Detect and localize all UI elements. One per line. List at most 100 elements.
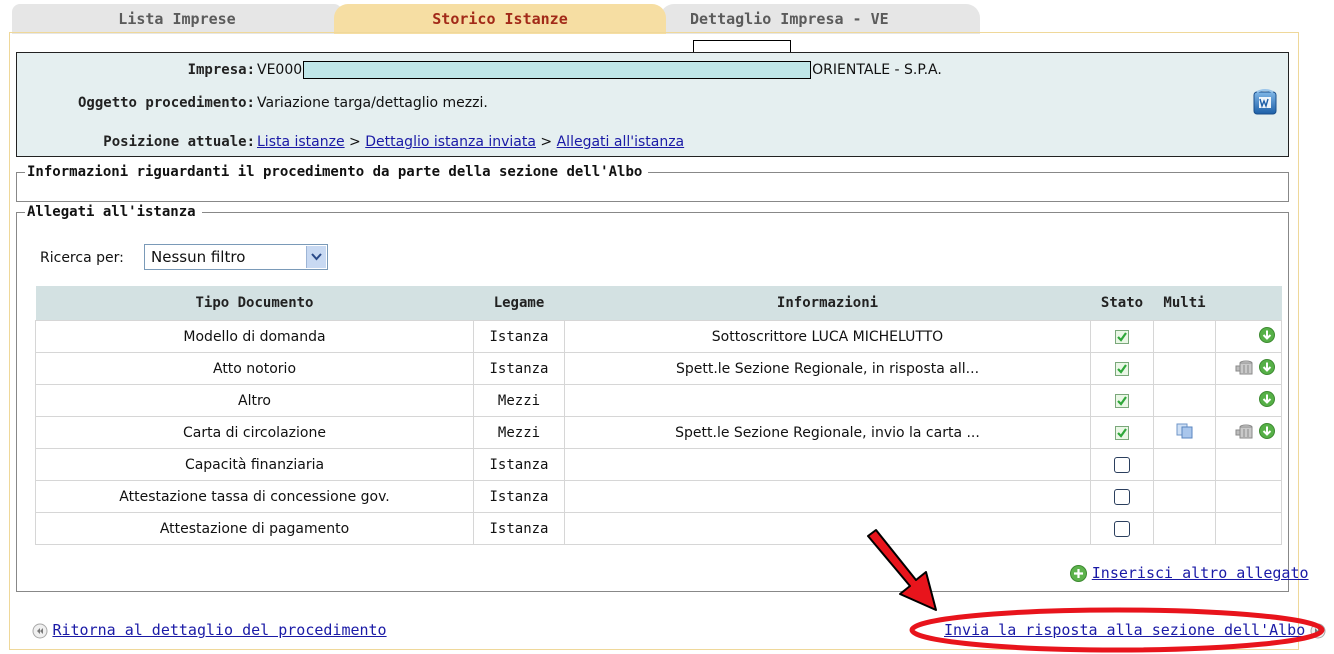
posizione-row: Posizione attuale: Lista istanze > Detta… bbox=[17, 130, 1288, 154]
cell-legame: Istanza bbox=[473, 448, 565, 481]
cell-stato bbox=[1090, 512, 1154, 545]
table-row: Attestazione tassa di concessione gov. I… bbox=[35, 480, 1282, 513]
column-header-multi: Multi bbox=[1153, 286, 1216, 321]
trash-icon[interactable] bbox=[1235, 359, 1255, 379]
cell-multi bbox=[1153, 512, 1216, 545]
cell-actions bbox=[1215, 320, 1282, 353]
column-header-informazioni: Informazioni bbox=[564, 286, 1091, 321]
filter-selected-value: Nessun filtro bbox=[151, 248, 246, 266]
add-attachment-label[interactable]: Inserisci altro allegato bbox=[1092, 564, 1309, 582]
cell-legame: Mezzi bbox=[473, 416, 565, 449]
cell-multi bbox=[1153, 320, 1216, 353]
add-icon bbox=[1070, 564, 1087, 583]
table-row: Attestazione di pagamento Istanza bbox=[35, 512, 1282, 545]
cell-informazioni bbox=[564, 480, 1091, 513]
cell-tipo: Modello di domanda bbox=[35, 320, 474, 353]
filter-label: Ricerca per: bbox=[40, 250, 124, 266]
posizione-label: Posizione attuale: bbox=[103, 134, 255, 150]
breadcrumb-dettaglio-istanza[interactable]: Dettaglio istanza inviata bbox=[365, 134, 536, 150]
cell-tipo: Altro bbox=[35, 384, 474, 417]
cell-actions bbox=[1215, 416, 1282, 449]
cell-legame: Istanza bbox=[473, 320, 565, 353]
cell-legame: Istanza bbox=[473, 480, 565, 513]
cell-stato bbox=[1090, 480, 1154, 513]
table-row: Carta di circolazione Mezzi Spett.le Sez… bbox=[35, 416, 1282, 449]
download-icon[interactable] bbox=[1259, 326, 1275, 347]
breadcrumb-allegati[interactable]: Allegati all'istanza bbox=[557, 134, 685, 150]
word-export-icon[interactable] bbox=[1253, 89, 1277, 115]
redaction-box bbox=[303, 61, 812, 79]
cell-multi bbox=[1153, 480, 1216, 513]
cell-stato bbox=[1090, 448, 1154, 481]
column-header-actions bbox=[1215, 286, 1282, 321]
back-label[interactable]: Ritorna al dettaglio del procedimento bbox=[52, 621, 386, 639]
send-response-link[interactable]: Invia la risposta alla sezione dell'Albo bbox=[944, 621, 1326, 640]
attachments-table: Tipo Documento Legame Informazioni Stato… bbox=[35, 286, 1282, 545]
cell-multi bbox=[1153, 416, 1216, 449]
cell-actions bbox=[1215, 384, 1282, 417]
cell-legame: Istanza bbox=[473, 352, 565, 385]
unchecked-icon bbox=[1114, 456, 1130, 473]
unchecked-icon bbox=[1114, 488, 1130, 505]
fast-forward-icon bbox=[1310, 623, 1326, 640]
cell-informazioni: Spett.le Sezione Regionale, in risposta … bbox=[564, 352, 1091, 385]
cell-tipo: Atto notorio bbox=[35, 352, 474, 385]
checked-icon bbox=[1115, 425, 1129, 440]
cell-actions bbox=[1215, 480, 1282, 513]
download-icon[interactable] bbox=[1259, 358, 1275, 379]
table-row: Modello di domanda Istanza Sottoscrittor… bbox=[35, 320, 1282, 353]
oggetto-label: Oggetto procedimento: bbox=[77, 95, 255, 111]
back-to-procedure-link[interactable]: Ritorna al dettaglio del procedimento bbox=[32, 621, 387, 640]
impresa-value: VE000 ORIENTALE - S.P.A. bbox=[257, 58, 942, 82]
breadcrumb-separator: > bbox=[344, 134, 366, 150]
cell-informazioni bbox=[564, 512, 1091, 545]
oggetto-value: Variazione targa/dettaglio mezzi. bbox=[257, 95, 488, 111]
tab-label: Lista Imprese bbox=[118, 10, 236, 28]
tab-label: Storico Istanze bbox=[432, 10, 568, 28]
send-label[interactable]: Invia la risposta alla sezione dell'Albo bbox=[944, 621, 1305, 639]
add-attachment-link[interactable]: Inserisci altro allegato bbox=[1070, 564, 1309, 583]
column-header-legame: Legame bbox=[473, 286, 565, 321]
tab-storico-istanze[interactable]: Storico Istanze bbox=[334, 4, 666, 34]
filter-select[interactable]: Nessun filtro bbox=[144, 244, 328, 270]
cell-informazioni: Spett.le Sezione Regionale, invio la car… bbox=[564, 416, 1091, 449]
cell-stato bbox=[1090, 352, 1154, 385]
breadcrumb: Lista istanze > Dettaglio istanza inviat… bbox=[257, 130, 684, 154]
cell-informazioni bbox=[564, 448, 1091, 481]
cell-informazioni bbox=[564, 384, 1091, 417]
cell-stato bbox=[1090, 384, 1154, 417]
impresa-name: ORIENTALE - S.P.A. bbox=[812, 62, 942, 78]
column-header-stato: Stato bbox=[1090, 286, 1154, 321]
allegati-legend: Allegati all'istanza bbox=[25, 203, 202, 221]
checked-icon bbox=[1115, 329, 1129, 344]
cell-multi bbox=[1153, 448, 1216, 481]
informazioni-fieldset: Informazioni riguardanti il procedimento… bbox=[16, 163, 1289, 202]
table-row: Altro Mezzi bbox=[35, 384, 1282, 417]
unchecked-icon bbox=[1114, 520, 1130, 537]
impresa-row: Impresa: VE000 ORIENTALE - S.P.A. bbox=[17, 58, 1288, 82]
cell-legame: Istanza bbox=[473, 512, 565, 545]
copy-icon[interactable] bbox=[1176, 423, 1194, 443]
rewind-icon bbox=[32, 623, 48, 640]
tab-dettaglio-impresa[interactable]: Dettaglio Impresa - VE bbox=[660, 4, 980, 62]
cell-stato bbox=[1090, 416, 1154, 449]
impresa-code: VE000 bbox=[257, 62, 303, 78]
download-icon[interactable] bbox=[1259, 390, 1275, 411]
download-icon[interactable] bbox=[1259, 422, 1275, 443]
cell-multi bbox=[1153, 352, 1216, 385]
oggetto-row: Oggetto procedimento: Variazione targa/d… bbox=[17, 91, 1288, 115]
table-header-row: Tipo Documento Legame Informazioni Stato… bbox=[35, 286, 1282, 321]
tab-lista-imprese[interactable]: Lista Imprese bbox=[12, 4, 342, 34]
checked-icon bbox=[1115, 361, 1129, 376]
cell-tipo: Capacità finanziaria bbox=[35, 448, 474, 481]
trash-icon[interactable] bbox=[1235, 423, 1255, 443]
cell-informazioni: Sottoscrittore LUCA MICHELUTTO bbox=[564, 320, 1091, 353]
checked-icon bbox=[1115, 393, 1129, 408]
cell-actions bbox=[1215, 352, 1282, 385]
breadcrumb-lista-istanze[interactable]: Lista istanze bbox=[257, 134, 345, 150]
cell-legame: Mezzi bbox=[473, 384, 565, 417]
procedure-info-box: Impresa: VE000 ORIENTALE - S.P.A. Oggetto… bbox=[16, 52, 1289, 157]
chevron-down-icon[interactable] bbox=[306, 246, 326, 268]
tab-label: Dettaglio Impresa - VE bbox=[690, 10, 889, 28]
informazioni-legend: Informazioni riguardanti il procedimento… bbox=[25, 163, 649, 181]
